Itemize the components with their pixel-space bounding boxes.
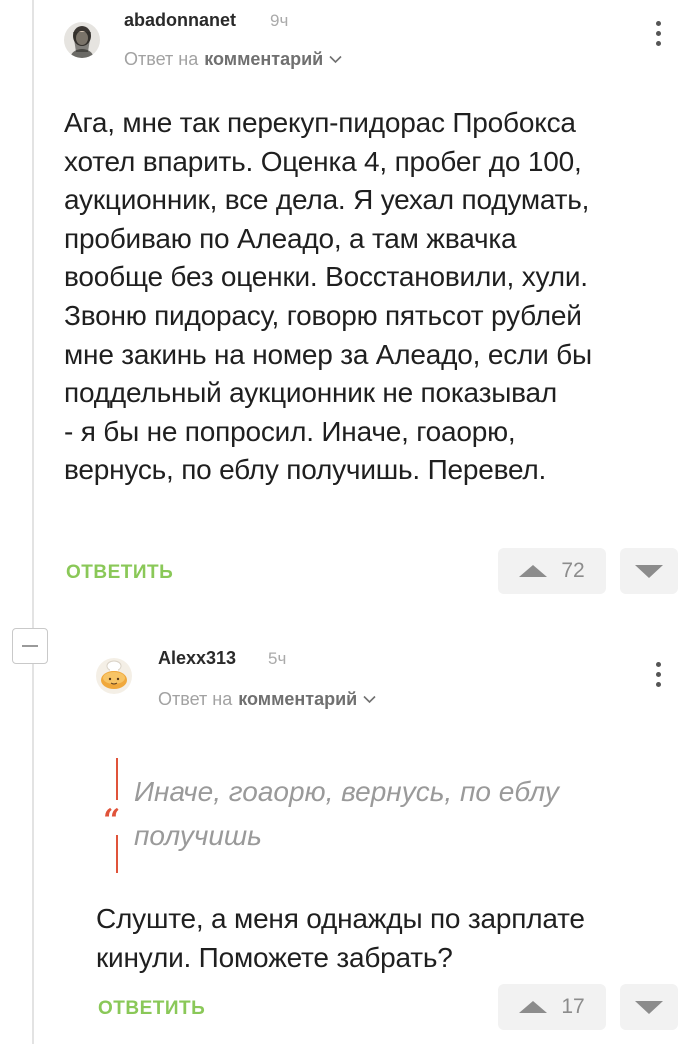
chevron-down-icon (329, 55, 342, 64)
comment-line: поддельный аукционник не показывал (64, 377, 558, 409)
comment-time: 5ч (268, 649, 287, 668)
quote-bar (116, 758, 118, 800)
comment-time: 9ч (270, 11, 289, 30)
upvote-button[interactable]: 17 (498, 984, 606, 1030)
reply-prefix: Ответ на (124, 49, 199, 69)
quote-bar (116, 835, 118, 873)
comments-page: abadonnanet 9ч Ответ на комментарий Ага,… (0, 0, 700, 1044)
more-vert-icon[interactable] (653, 21, 663, 53)
reply-target: комментарий (238, 689, 358, 709)
comment-body: Слуште, а меня однажды по зарплате кинул… (96, 900, 585, 977)
quote-line: Иначе, гоаорю, вернусь, по еблу (134, 776, 559, 807)
arrow-up-icon (519, 565, 548, 577)
username[interactable]: Alexx313 (158, 648, 236, 669)
reply-target: комментарий (204, 49, 324, 69)
user-avatar[interactable] (64, 22, 100, 58)
comment-body: Ага, мне так перекуп-пидорас Пробокса хо… (64, 104, 592, 490)
comment-reply: Alexx313 5ч Ответ на комментарий “ Иначе… (0, 620, 700, 1044)
comment-line: - я бы не попросил. Иначе, гоаорю, (64, 415, 516, 447)
arrow-up-icon (519, 1001, 548, 1013)
comment-line: пробиваю по Алеадо, а там жвачка (64, 222, 517, 254)
username[interactable]: abadonnanet (124, 10, 236, 31)
comment-line: вернусь, по еблу получишь. Перевел. (64, 454, 547, 486)
downvote-button[interactable] (620, 984, 678, 1030)
comment: abadonnanet 9ч Ответ на комментарий Ага,… (0, 0, 700, 600)
chevron-down-icon (363, 695, 376, 704)
more-vert-icon[interactable] (653, 662, 663, 694)
quoted-text: Иначе, гоаорю, вернусь, по еблу получишь (134, 770, 559, 858)
rating-count: 17 (561, 995, 585, 1018)
arrow-down-icon (635, 1000, 663, 1014)
reply-prefix: Ответ на (158, 689, 233, 709)
reply-button[interactable]: ОТВЕТИТЬ (66, 562, 173, 584)
quote-line: получишь (134, 820, 262, 851)
downvote-button[interactable] (620, 548, 678, 594)
reply-button[interactable]: ОТВЕТИТЬ (98, 998, 205, 1020)
user-avatar[interactable] (96, 658, 132, 694)
comment-line: Слуште, а меня однажды по зарплате (96, 903, 585, 934)
comment-line: хотел впарить. Оценка 4, пробег до 100, (64, 145, 582, 177)
comment-line: аукционник, все дела. Я уехал подумать, (64, 184, 590, 216)
comment-line: Ага, мне так перекуп-пидорас Пробокса (64, 107, 576, 138)
upvote-button[interactable]: 72 (498, 548, 606, 594)
comment-line: кинули. Поможете забрать? (96, 941, 453, 973)
comment-line: Звоню пидорасу, говорю пятьсот рублей (64, 299, 582, 331)
comment-line: мне закинь на номер за Алеадо, если бы (64, 338, 592, 370)
quote-mark-icon: “ (103, 803, 121, 838)
reply-to[interactable]: Ответ на комментарий (124, 49, 342, 70)
rating-count: 72 (561, 559, 585, 582)
comment-line: вообще без оценки. Восстановили, хули. (64, 261, 588, 293)
reply-to[interactable]: Ответ на комментарий (158, 689, 376, 710)
arrow-down-icon (635, 564, 663, 578)
